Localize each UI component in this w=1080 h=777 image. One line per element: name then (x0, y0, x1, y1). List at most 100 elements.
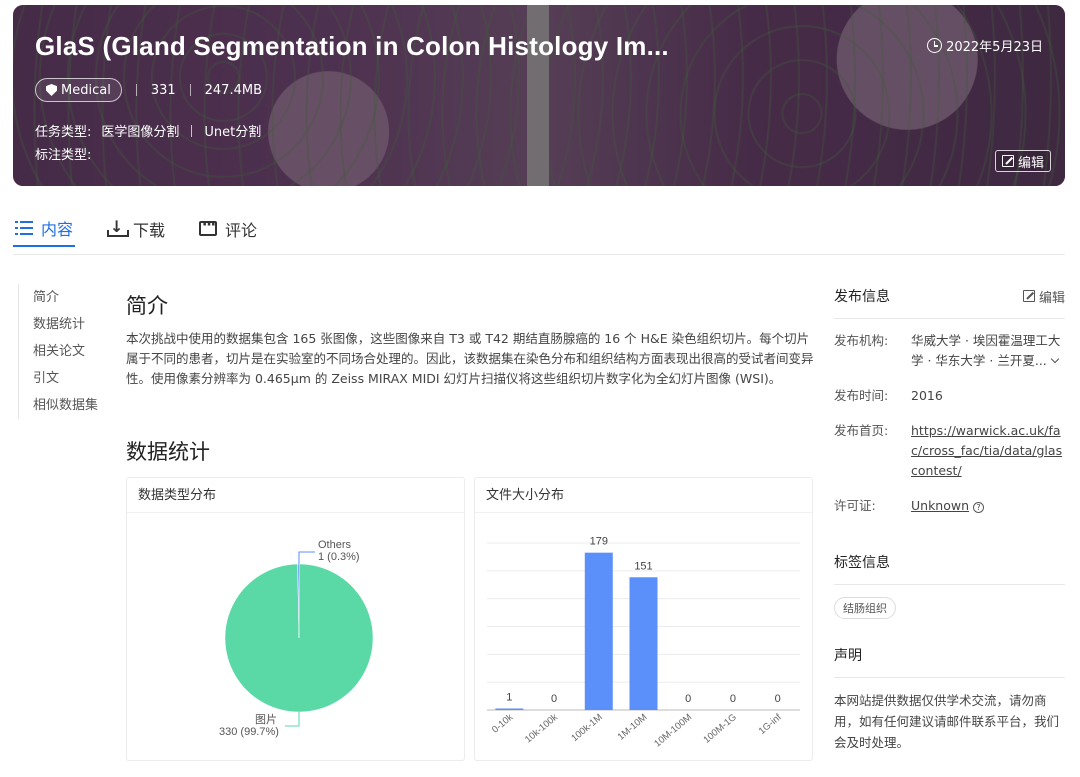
data-label: 0 (551, 693, 557, 705)
chevron-down-icon[interactable] (1050, 354, 1060, 364)
help-icon[interactable]: ? (973, 502, 985, 513)
publish-time-row: 发布时间: 2016 (834, 386, 1065, 406)
divider (834, 677, 1065, 678)
publisher-value[interactable]: 华威大学 · 埃因霍温理工大学 · 华东大学 · 兰开夏... (911, 331, 1065, 371)
tick-label: 100k-1M (569, 712, 604, 744)
tab-label: 内容 (41, 219, 74, 239)
edit-icon (1022, 290, 1035, 302)
list-icon (15, 220, 33, 235)
notice-title: 声明 (834, 648, 862, 664)
nav-item-papers[interactable]: 相关论文 (33, 338, 110, 365)
shield-icon (46, 84, 57, 96)
notice-text: 本网站提供数据仅供学术交流，请勿商用，如有任何建议请邮件联系平台，我们会及时处理… (834, 693, 1060, 750)
leader-line (298, 551, 315, 564)
tick-label: 10M-100M (652, 712, 694, 750)
homepage-link[interactable]: https://warwick.ac.uk/fac/cross_fac/tia/… (911, 421, 1065, 481)
file-size-chart-card: 文件大小分布 1 0-10k 0 10k-100k 179 100k-1M 151 1M-10… (474, 477, 813, 761)
divider (135, 84, 137, 96)
info-sidebar: 发布信息 编辑 发布机构: 华威大学 · 埃因霍温理工大学 · 华东大学 · 兰… (834, 284, 1065, 753)
data-label: 151 (634, 560, 652, 572)
intro-heading: 简介 (126, 294, 168, 318)
task-type-item[interactable]: 医学图像分割 (101, 121, 179, 140)
tab-content[interactable]: 内容 (13, 210, 76, 247)
tick-label: 100M-1G (701, 712, 738, 746)
tag-chip[interactable]: 结肠组织 (834, 597, 896, 619)
nav-item-citation[interactable]: 引文 (33, 365, 110, 392)
tab-label: 评论 (225, 220, 258, 240)
intro-text: 本次挑战中使用的数据集包含 165 张图像，这些图像来自 T3 或 T42 期结… (126, 331, 814, 386)
task-type-row: 任务类型: 医学图像分割 Unet分割 (35, 121, 261, 140)
stats-heading: 数据统计 (126, 440, 210, 464)
tick-label: 1M-10M (616, 712, 650, 743)
section-nav: 简介 数据统计 相关论文 引文 相似数据集 (18, 284, 110, 419)
tags-title: 标签信息 (834, 555, 890, 571)
divider (191, 124, 193, 137)
slice-value: 330 (99.7%) (219, 726, 279, 738)
license-label: 许可证: (834, 498, 876, 513)
nav-item-intro[interactable]: 简介 (33, 284, 110, 311)
badge-label: Medical (61, 82, 111, 98)
license-link[interactable]: Unknown (911, 498, 969, 513)
publisher-text: 华威大学 · 埃因霍温理工大学 · 华东大学 · 兰开夏... (911, 333, 1061, 368)
annotation-type-label: 标注类型: (35, 148, 92, 163)
annotation-type-row: 标注类型: (35, 144, 91, 163)
dataset-title: GlaS (Gland Segmentation in Colon Histol… (35, 31, 669, 61)
date-text: 2022年5月23日 (946, 40, 1043, 55)
data-label: 0 (685, 693, 691, 705)
slice-value: 1 (0.3%) (318, 551, 360, 563)
file-count: 331 (150, 82, 176, 98)
download-icon (107, 217, 130, 237)
task-type-item[interactable]: Unet分割 (204, 121, 261, 140)
data-label: 1 (506, 692, 512, 704)
tick-label: 0-10k (490, 712, 515, 736)
task-type-label: 任务类型: (35, 125, 92, 140)
homepage-row: 发布首页: https://warwick.ac.uk/fac/cross_fa… (834, 421, 1065, 481)
leader-line (285, 712, 300, 727)
publish-time-label: 发布时间: (834, 388, 889, 403)
edit-label: 编辑 (1017, 155, 1044, 171)
divider (189, 84, 191, 96)
notice-header: 声明 (834, 643, 1065, 667)
pie-chart: Others1 (0.3%) 图片330 (99.7%) (219, 539, 374, 738)
nav-item-stats[interactable]: 数据统计 (33, 311, 110, 338)
publish-date: 2022年5月23日 (927, 36, 1043, 55)
tick-label: 1G-inf (757, 712, 784, 737)
publish-edit-button[interactable]: 编辑 (1022, 287, 1065, 306)
tab-label: 下载 (133, 220, 166, 240)
bar (584, 552, 613, 710)
publish-info-title: 发布信息 (834, 289, 890, 305)
chart-title: 文件大小分布 (475, 478, 812, 513)
license-row: 许可证: Unknown? (834, 496, 1065, 516)
bar-chart: 1 0-10k 0 10k-100k 179 100k-1M 151 1M-10M 0 10M-1… (487, 536, 800, 750)
clock-icon (927, 38, 943, 53)
content-tabs: 内容 下载 评论 (13, 210, 1065, 255)
slice-label: Others (318, 539, 352, 551)
banner-meta: Medical 331 247.4MB (35, 78, 262, 102)
dataset-banner: GlaS (Gland Segmentation in Colon Histol… (13, 5, 1065, 186)
edit-icon (1001, 155, 1014, 167)
divider (834, 584, 1065, 585)
homepage-label: 发布首页: (834, 423, 889, 438)
nav-item-similar[interactable]: 相似数据集 (33, 392, 110, 419)
data-label: 179 (590, 536, 608, 548)
tab-comments[interactable]: 评论 (197, 210, 259, 247)
edit-label: 编辑 (1038, 290, 1065, 306)
publish-info-header: 发布信息 编辑 (834, 284, 1065, 308)
tab-download[interactable]: 下载 (105, 210, 167, 247)
bar (629, 577, 658, 710)
tick-label: 10k-100k (523, 712, 560, 746)
publisher-row: 发布机构: 华威大学 · 埃因霍温理工大学 · 华东大学 · 兰开夏... (834, 331, 1065, 371)
domain-badge[interactable]: Medical (35, 78, 122, 102)
data-label: 0 (775, 693, 781, 705)
slice-label: 图片 (255, 713, 277, 726)
publish-time-value: 2016 (911, 388, 943, 403)
banner-edit-button[interactable]: 编辑 (994, 150, 1051, 172)
chart-title: 数据类型分布 (127, 478, 464, 513)
comment-icon (199, 217, 218, 236)
data-label: 0 (730, 693, 736, 705)
file-size: 247.4MB (204, 82, 262, 98)
data-type-chart-card: 数据类型分布 Others 1 (0.3%) 图片 330 (99.7%) (126, 477, 465, 761)
tags-header: 标签信息 (834, 550, 1065, 574)
divider (834, 318, 1065, 319)
publisher-label: 发布机构: (834, 333, 889, 348)
